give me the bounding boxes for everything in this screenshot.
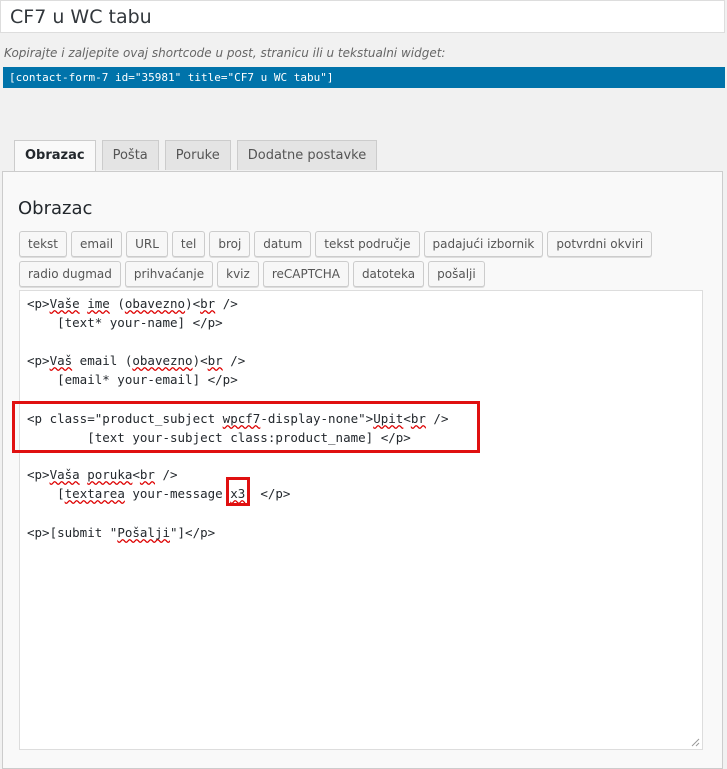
tag-generator-row-2: radio dugmad prihvaćanje kviz reCAPTCHA …: [19, 261, 485, 287]
tag-button-acceptance[interactable]: prihvaćanje: [124, 261, 214, 287]
editor-tabs: Obrazac Pošta Poruke Dodatne postavke: [14, 140, 378, 172]
tag-generator-row-1: tekst email URL tel broj datum tekst pod…: [19, 231, 653, 257]
code-line: [textarea your-message x3] </p>: [27, 486, 291, 501]
tag-button-number[interactable]: broj: [209, 231, 251, 257]
code-line: <p class="product_subject wpcf7-display-…: [27, 411, 449, 426]
tag-button-textarea[interactable]: tekst područje: [315, 231, 420, 257]
tag-button-url[interactable]: URL: [126, 231, 168, 257]
code-line: <p>Vaše ime (obavezno)<br />: [27, 296, 238, 311]
form-code-editor[interactable]: <p>Vaše ime (obavezno)<br /> [text* your…: [19, 290, 703, 750]
resize-handle-icon[interactable]: [690, 737, 700, 747]
tab-additional-settings[interactable]: Dodatne postavke: [236, 140, 378, 170]
form-panel: Obrazac tekst email URL tel broj datum t…: [2, 171, 723, 769]
form-title-input[interactable]: CF7 u WC tabu: [0, 0, 725, 33]
code-line: <p>Vaša poruka<br />: [27, 467, 178, 482]
tag-button-recaptcha[interactable]: reCAPTCHA: [262, 261, 349, 287]
panel-title: Obrazac: [18, 198, 93, 219]
tab-messages[interactable]: Poruke: [164, 140, 231, 170]
tag-button-quiz[interactable]: kviz: [217, 261, 259, 287]
code-line: <p>Vaš email (obavezno)<br />: [27, 353, 246, 368]
code-line: [email* your-email] </p>: [27, 372, 238, 387]
tag-button-date[interactable]: datum: [254, 231, 312, 257]
tag-button-tel[interactable]: tel: [171, 231, 206, 257]
tag-button-radio[interactable]: radio dugmad: [19, 261, 121, 287]
shortcode-instructions: Kopirajte i zaljepite ovaj shortcode u p…: [4, 46, 446, 60]
tag-button-dropdown[interactable]: padajući izbornik: [423, 231, 544, 257]
code-line: [text* your-name] </p>: [27, 315, 223, 330]
code-line: [text your-subject class:product_name] <…: [27, 430, 411, 445]
code-line: <p>[submit "Pošalji"]</p>: [27, 525, 216, 540]
shortcode-field[interactable]: [contact-form-7 id="35981" title="CF7 u …: [3, 67, 725, 88]
tag-button-submit[interactable]: pošalji: [428, 261, 485, 287]
tag-button-email[interactable]: email: [71, 231, 123, 257]
tab-form[interactable]: Obrazac: [14, 140, 96, 172]
tag-button-file[interactable]: datoteka: [352, 261, 425, 287]
tab-mail[interactable]: Pošta: [101, 140, 159, 170]
tag-button-text[interactable]: tekst: [19, 231, 67, 257]
tag-button-checkboxes[interactable]: potvrdni okviri: [547, 231, 653, 257]
